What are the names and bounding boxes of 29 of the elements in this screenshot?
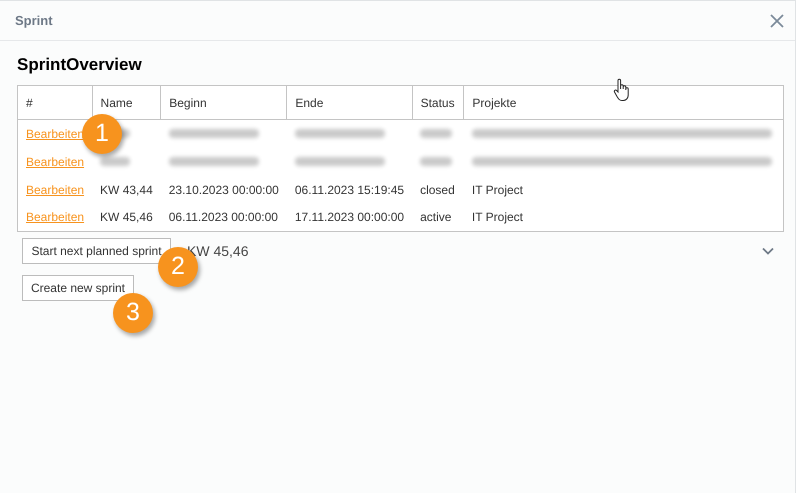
table-cell: closed bbox=[420, 182, 455, 196]
table-cell: KW 43,44 bbox=[100, 182, 153, 196]
blurred-text bbox=[100, 157, 130, 166]
edit-link[interactable]: Bearbeiten bbox=[26, 154, 84, 168]
start-sprint-button[interactable]: Start next planned sprint bbox=[22, 238, 171, 264]
column-header: # bbox=[26, 96, 33, 110]
column-header: Projekte bbox=[472, 96, 516, 110]
table-cell: 06.11.2023 00:00:00 bbox=[168, 210, 278, 224]
close-icon[interactable] bbox=[770, 14, 784, 28]
column-header: Status bbox=[420, 96, 455, 110]
table-cell: 23.10.2023 00:00:00 bbox=[168, 182, 279, 196]
table-cell: IT Project bbox=[472, 182, 524, 196]
blurred-text bbox=[420, 129, 452, 138]
table-cell: 06.11.2023 15:19:45 bbox=[294, 182, 404, 196]
callout-badge: 3 bbox=[113, 293, 153, 333]
chevron-down-icon bbox=[762, 247, 774, 255]
section-heading: SprintOverview bbox=[17, 54, 143, 76]
column-header: Beginn bbox=[169, 96, 207, 110]
column-header: Name bbox=[100, 96, 133, 110]
column-header: Ende bbox=[295, 96, 324, 110]
edit-link[interactable]: Bearbeiten bbox=[26, 182, 84, 196]
table-cell: 17.11.2023 00:00:00 bbox=[294, 210, 404, 224]
blurred-text bbox=[420, 157, 452, 166]
table-cell: IT Project bbox=[472, 210, 524, 224]
table-cell: KW 45,46 bbox=[100, 210, 153, 224]
window-title: Sprint bbox=[15, 12, 53, 30]
table-cell: active bbox=[420, 210, 452, 224]
create-sprint-button[interactable]: Create new sprint bbox=[22, 275, 134, 301]
edit-link[interactable]: Bearbeiten bbox=[26, 210, 84, 224]
